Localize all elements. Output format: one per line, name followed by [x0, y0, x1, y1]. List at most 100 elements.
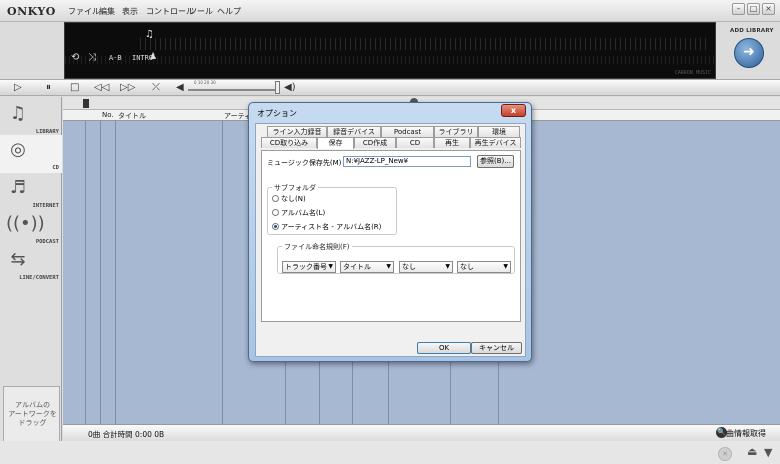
column-divider: [115, 121, 116, 424]
display-brand: CARRON MUSIC: [674, 70, 711, 76]
repeat-icon[interactable]: ⟲: [71, 52, 79, 63]
save-destination-label: ミュージック保存先(M): [267, 159, 342, 167]
volume-knob[interactable]: [275, 81, 280, 94]
browse-button[interactable]: 参照(B)...: [477, 155, 514, 168]
subfolder-group-title: サブフォルダ: [272, 183, 318, 193]
play-icon[interactable]: ▷: [14, 82, 22, 94]
radio-button[interactable]: [272, 194, 279, 202]
sidebar-item-podcast[interactable]: ((•)) PODCAST: [0, 209, 62, 247]
chevron-down-icon: ▼: [328, 263, 333, 270]
tab-save[interactable]: 保存: [317, 137, 354, 149]
radio-label: アーティスト名 - アルバム名(R): [281, 223, 382, 231]
radio-button-selected[interactable]: [272, 222, 279, 230]
tab-environment[interactable]: 環境: [478, 126, 520, 137]
tab-cd-import[interactable]: CD取り込み: [261, 137, 317, 148]
podcast-icon: ((•)): [6, 213, 45, 234]
add-library-label: ADD LIBRARY: [730, 28, 774, 34]
sidebar-item-line-convert[interactable]: ⇆ LINE/CONVERT: [0, 245, 62, 283]
sidebar-item-label: LINE/CONVERT: [19, 275, 59, 281]
tab-playback-device[interactable]: 再生デバイス: [470, 137, 521, 148]
column-title[interactable]: タイトル: [118, 111, 146, 121]
tab-library[interactable]: ライブラリ: [434, 126, 478, 137]
transport-bar: ▷ ⏸ □ ◁◁ ▷▷ ⤫ ◀ 0 10 20 30 ◀): [0, 79, 780, 96]
maximize-button[interactable]: □: [747, 3, 760, 15]
person-icon: ♟: [149, 52, 158, 62]
volume-slider[interactable]: [188, 89, 278, 91]
previous-icon[interactable]: ◁◁: [94, 82, 109, 94]
display-panel: ♫ ⟲ ⤨ A-B INTRO ♟ CARRON MUSIC: [64, 22, 716, 79]
display-grid: [140, 38, 710, 50]
list-status-bar: 0曲 合計時間 0:00 0B 🔍 曲情報取得: [63, 424, 780, 441]
menu-control[interactable]: コントロール: [146, 6, 194, 17]
sidebar-item-internet[interactable]: ♬ INTERNET: [0, 173, 62, 211]
file-naming-group: ファイル命名規則(F) トラック番号 ▼ タイトル ▼ なし ▼ なし ▼: [277, 242, 515, 274]
save-destination-input[interactable]: N:¥JAZZ-LP_New¥: [343, 156, 471, 167]
tab-cd[interactable]: CD: [396, 137, 434, 148]
close-window-button[interactable]: ×: [762, 3, 775, 15]
add-library-button[interactable]: ADD LIBRARY ➜: [724, 22, 776, 79]
sidebar-item-library[interactable]: ♫ LIBRARY: [0, 99, 62, 137]
volume-scale: 0 10 20 30: [194, 80, 216, 85]
internet-icon: ♬: [9, 177, 27, 198]
ok-button[interactable]: OK: [417, 342, 471, 354]
add-library-icon: ➜: [734, 38, 764, 68]
subfolder-option-artist-album[interactable]: アーティスト名 - アルバム名(R): [272, 222, 381, 232]
menu-view[interactable]: 表示: [122, 6, 138, 17]
shuffle-icon[interactable]: ⤨: [88, 52, 96, 63]
chevron-down-icon: ▼: [503, 263, 508, 270]
column-divider: [85, 121, 86, 424]
naming-select-4[interactable]: なし ▼: [457, 261, 511, 273]
artwork-drop-zone[interactable]: アルバムの アートワークを ドラッグ: [3, 386, 60, 444]
download-icon[interactable]: ▼: [764, 446, 772, 459]
tab-recording-device[interactable]: 録音デバイス: [327, 126, 381, 137]
sidebar: ♫ LIBRARY ◎ CD ♬ INTERNET ((•)) PODCAST …: [0, 97, 62, 464]
eject-icon[interactable]: ⏏: [747, 445, 757, 458]
bottom-status-bar: [0, 441, 780, 464]
speaker-low-icon: ◀: [176, 82, 184, 93]
select-value: なし: [402, 263, 416, 271]
cancel-button[interactable]: キャンセル: [471, 342, 522, 354]
file-naming-group-title: ファイル命名規則(F): [282, 242, 352, 252]
speaker-high-icon: ◀): [284, 82, 296, 93]
select-value: タイトル: [343, 263, 371, 271]
info-fetch-button[interactable]: 曲情報取得: [726, 428, 766, 439]
radio-label: なし(N): [281, 195, 306, 203]
tab-playback[interactable]: 再生: [434, 137, 470, 148]
options-dialog: オプション x ライン入力録音 録音デバイス Podcast ライブラリ 環境 …: [248, 102, 532, 362]
music-note-icon: ♫: [145, 29, 154, 40]
column-no[interactable]: No.: [102, 111, 114, 119]
cd-icon: ◎: [10, 139, 26, 160]
pause-icon[interactable]: ⏸: [46, 82, 51, 94]
tab-cd-create[interactable]: CD作成: [354, 137, 396, 148]
naming-select-2[interactable]: タイトル ▼: [340, 261, 394, 273]
menu-tools[interactable]: ツール: [189, 6, 213, 17]
minimize-button[interactable]: –: [732, 3, 745, 15]
subfolder-option-none[interactable]: なし(N): [272, 194, 306, 204]
subfolder-group: サブフォルダ なし(N) アルバム名(L) アーティスト名 - アルバム名(R): [267, 183, 397, 235]
collapse-icon[interactable]: [83, 99, 89, 108]
stop-icon[interactable]: □: [70, 82, 79, 94]
mute-icon[interactable]: ⤫: [152, 82, 160, 94]
menu-edit[interactable]: 編集: [99, 6, 115, 17]
tab-podcast[interactable]: Podcast: [381, 126, 434, 137]
artwork-drop-label: アルバムの アートワークを ドラッグ: [8, 401, 57, 427]
radio-button[interactable]: [272, 208, 279, 216]
speaker-off-icon[interactable]: ✕: [718, 447, 732, 461]
menubar: ONKYO ファイル 編集 表示 コントロール ツール ヘルプ – □ ×: [0, 0, 780, 22]
naming-select-3[interactable]: なし ▼: [399, 261, 453, 273]
naming-select-1[interactable]: トラック番号 ▼: [282, 261, 336, 273]
onkyo-logo: ONKYO: [7, 5, 56, 18]
column-divider: [100, 121, 101, 424]
next-icon[interactable]: ▷▷: [120, 82, 135, 94]
subfolder-option-album[interactable]: アルバム名(L): [272, 208, 325, 218]
line-convert-icon: ⇆: [10, 249, 26, 270]
menu-help[interactable]: ヘルプ: [217, 6, 241, 17]
ab-repeat-label[interactable]: A-B: [109, 54, 122, 62]
menu-file[interactable]: ファイル: [68, 6, 100, 17]
tab-line-input-recording[interactable]: ライン入力録音: [267, 126, 327, 137]
select-value: なし: [460, 263, 474, 271]
sidebar-item-label: CD: [52, 165, 59, 171]
sidebar-item-cd[interactable]: ◎ CD: [0, 135, 62, 173]
close-icon[interactable]: x: [501, 104, 526, 117]
track-count: 0曲 合計時間 0:00 0B: [88, 430, 165, 439]
